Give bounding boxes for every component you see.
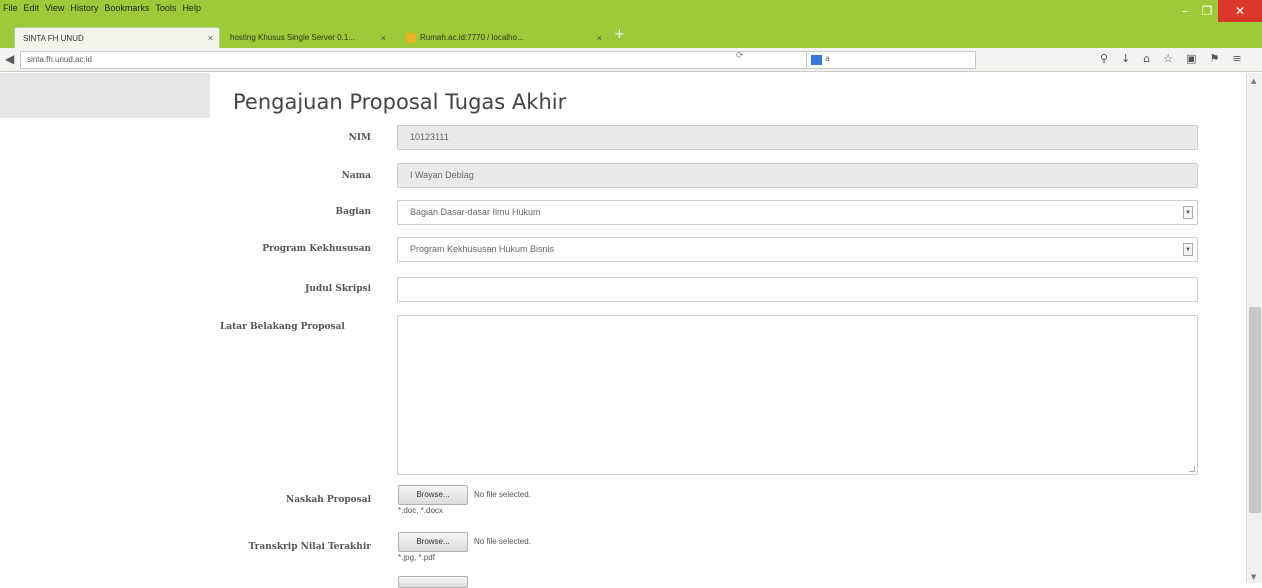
- label-latar: Latar Belakang Proposal: [220, 322, 345, 332]
- reload-icon[interactable]: ⟳: [736, 51, 744, 61]
- menu-help[interactable]: Help: [182, 3, 201, 13]
- toolbar-icons: ⚲ ↓ ⌂ ☆ ▣ ⚑ ≡: [1100, 52, 1242, 65]
- nim-field: 10123111: [397, 125, 1198, 150]
- menu-view[interactable]: View: [45, 3, 64, 13]
- naskah-file-status: No file selected.: [474, 490, 531, 499]
- search-text: a: [825, 54, 830, 63]
- label-naskah: Naskah Proposal: [286, 495, 371, 505]
- menu-file[interactable]: File: [3, 3, 18, 13]
- naskah-hint: *.doc, *.docx: [398, 506, 443, 515]
- search-box[interactable]: a: [806, 51, 976, 69]
- label-transkrip: Transkrip Nilai Terakhir: [248, 542, 371, 552]
- title-bar: File Edit View History Bookmarks Tools H…: [0, 0, 1262, 22]
- close-window-button[interactable]: ✕: [1218, 0, 1262, 22]
- program-select[interactable]: Program Kekhususan Hukum Bisnis ▼: [397, 237, 1198, 262]
- maximize-button[interactable]: ❐: [1196, 0, 1218, 22]
- library-icon[interactable]: ▣: [1186, 52, 1196, 65]
- tab-localhost[interactable]: Rumah.ac.id:7770 / localho... ×: [398, 27, 608, 48]
- page-title: Pengajuan Proposal Tugas Akhir: [233, 90, 567, 114]
- minimize-button[interactable]: –: [1174, 0, 1196, 22]
- back-arrow-icon[interactable]: ◀: [5, 52, 14, 66]
- bagian-select[interactable]: Bagian Dasar-dasar Ilmu Hukum ▼: [397, 200, 1198, 225]
- menu-edit[interactable]: Edit: [24, 3, 40, 13]
- tab-sinta[interactable]: SINTA FH UNUD ×: [14, 27, 220, 48]
- scroll-down-icon[interactable]: ▼: [1251, 573, 1256, 581]
- label-nama: Nama: [341, 171, 371, 181]
- program-value: Program Kekhususan Hukum Bisnis: [410, 244, 555, 254]
- tab-title: hosting Khusus Single Server 0.1...: [230, 33, 355, 42]
- url-bar[interactable]: sinta.fh.unud.ac.id: [20, 51, 808, 69]
- bookmark-star-icon[interactable]: ☆: [1163, 52, 1173, 65]
- navigation-bar: ◀ sinta.fh.unud.ac.id ⟳ a ⚲ ↓ ⌂ ☆ ▣ ⚑ ≡: [0, 48, 1262, 72]
- new-tab-button[interactable]: +: [614, 27, 625, 42]
- resize-handle-icon[interactable]: [1189, 466, 1195, 472]
- tab-title: SINTA FH UNUD: [23, 33, 84, 43]
- menu-bar: File Edit View History Bookmarks Tools H…: [3, 3, 201, 13]
- label-bagian: Bagian: [335, 207, 371, 217]
- tab-title: Rumah.ac.id:7770 / localho...: [420, 33, 524, 42]
- phpmyadmin-icon: [406, 32, 416, 43]
- transkrip-hint: *.jpg, *.pdf: [398, 553, 435, 562]
- transkrip-file-status: No file selected.: [474, 537, 531, 546]
- nim-value: 10123111: [410, 132, 449, 142]
- close-tab-icon[interactable]: ×: [208, 33, 213, 43]
- menu-history[interactable]: History: [70, 3, 98, 13]
- latar-textarea[interactable]: [397, 315, 1198, 475]
- scroll-up-icon[interactable]: ▲: [1251, 77, 1256, 85]
- home-icon[interactable]: ⌂: [1143, 52, 1150, 65]
- bagian-value: Bagian Dasar-dasar Ilmu Hukum: [410, 207, 541, 217]
- judul-input[interactable]: [397, 277, 1198, 302]
- third-browse-button[interactable]: [398, 576, 468, 588]
- extension-icon[interactable]: ⚑: [1210, 52, 1220, 65]
- transkrip-browse-button[interactable]: Browse...: [398, 532, 468, 552]
- tab-bar: SINTA FH UNUD × hosting Khusus Single Se…: [0, 22, 1262, 48]
- nama-value: I Wayan Deblag: [410, 170, 474, 180]
- search-icon[interactable]: ⚲: [1100, 52, 1108, 65]
- menu-bookmarks[interactable]: Bookmarks: [104, 3, 149, 13]
- label-program: Program Kekhususan: [262, 244, 371, 254]
- scroll-thumb[interactable]: [1249, 307, 1261, 513]
- menu-hamburger-icon[interactable]: ≡: [1232, 52, 1241, 65]
- menu-tools[interactable]: Tools: [155, 3, 176, 13]
- vertical-scrollbar[interactable]: ▲ ▼: [1246, 73, 1262, 583]
- label-judul: Judul Skripsi: [305, 284, 371, 294]
- naskah-browse-button[interactable]: Browse...: [398, 485, 468, 505]
- tab-hosting[interactable]: hosting Khusus Single Server 0.1... ×: [222, 27, 392, 48]
- label-nim: NIM: [348, 133, 371, 143]
- page-content: Pengajuan Proposal Tugas Akhir NIM 10123…: [0, 73, 1262, 588]
- nama-field: I Wayan Deblag: [397, 163, 1198, 188]
- close-tab-icon[interactable]: ×: [381, 33, 386, 43]
- search-engine-icon[interactable]: [811, 55, 822, 65]
- close-tab-icon[interactable]: ×: [597, 33, 602, 43]
- chevron-down-icon[interactable]: ▼: [1183, 243, 1193, 256]
- chevron-down-icon[interactable]: ▼: [1183, 206, 1193, 219]
- left-panel: [0, 73, 210, 118]
- download-icon[interactable]: ↓: [1121, 52, 1130, 65]
- window-controls: – ❐ ✕: [1174, 0, 1262, 22]
- url-text: sinta.fh.unud.ac.id: [27, 55, 92, 64]
